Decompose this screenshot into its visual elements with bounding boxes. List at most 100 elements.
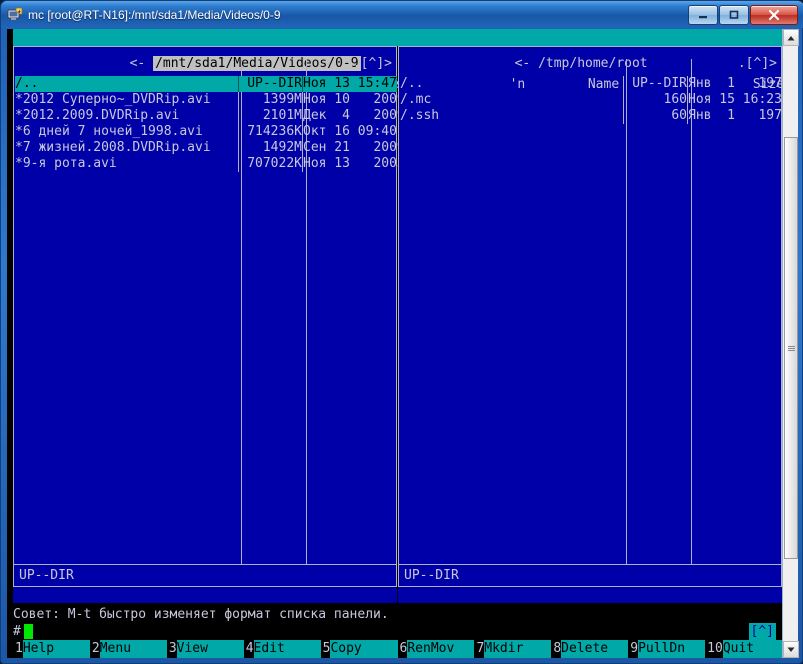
fkey-label[interactable]: Edit bbox=[253, 640, 321, 658]
left-panel-title-right[interactable]: .[^]> bbox=[243, 38, 392, 71]
fkey-3[interactable]: 3 View bbox=[166, 640, 244, 658]
file-size: UP--DIR bbox=[247, 76, 302, 91]
fkey-number: 3 bbox=[166, 640, 177, 658]
fkey-number: 6 bbox=[397, 640, 408, 658]
file-time: Янв 1 1970 bbox=[688, 76, 782, 91]
file-time: Ноя 10 2009 bbox=[303, 92, 405, 107]
fkey-label[interactable]: View bbox=[176, 640, 244, 658]
table-row[interactable]: *2012 Суперно~_DVDRip.avi 1399M Ноя 10 200… bbox=[15, 92, 405, 108]
hint-line: Совет: M-t быстро изменяет формат списка… bbox=[13, 607, 782, 623]
window-title: mc [root@RT-N16]:/mnt/sda1/Media/Videos/… bbox=[28, 7, 281, 22]
file-name: *7 жизней.2008.DVDRip.avi bbox=[15, 140, 211, 155]
file-time: Янв 1 1970 bbox=[688, 108, 782, 123]
file-size: 1492M bbox=[262, 140, 302, 155]
file-name: *2012.2009.DVDRip.avi bbox=[15, 108, 180, 123]
right-panel[interactable]: <- /tmp/home/root .[^]> 'n NameSizeModif… bbox=[398, 46, 782, 603]
fkey-9[interactable]: 9 PullDn bbox=[628, 640, 706, 658]
fkey-number: 2 bbox=[89, 640, 100, 658]
file-time: Сен 21 2009 bbox=[303, 140, 405, 155]
left-panel-frame: <- /mnt/sda1/Media/Videos/0-9 .[^]> 'n N… bbox=[13, 46, 505, 565]
function-key-bar: 1 Help 2 Menu 3 View 4 Edit 5 Copy 6 RenMov bbox=[13, 640, 782, 658]
fkey-8[interactable]: 8 Delete bbox=[551, 640, 629, 658]
file-size: 160 bbox=[663, 92, 687, 107]
text-cursor bbox=[23, 624, 33, 639]
file-name: /.. bbox=[15, 76, 39, 91]
table-row[interactable]: /.. UP--DIR Янв 1 1970 bbox=[400, 76, 782, 92]
table-row[interactable]: *2012.2009.DVDRip.avi 2101M Дек 4 2009 bbox=[15, 108, 405, 124]
midnight-commander: Left File Command Options Right <- /mnt/… bbox=[7, 29, 782, 658]
prompt-symbol: # bbox=[13, 624, 21, 639]
hotcorner-button[interactable]: [^] bbox=[748, 623, 776, 640]
window-titlebar[interactable]: mc [root@RT-N16]:/mnt/sda1/Media/Videos/… bbox=[1, 1, 803, 28]
fkey-label[interactable]: Help bbox=[22, 640, 90, 658]
fkey-number: 7 bbox=[474, 640, 485, 658]
file-name: *9-я рота.avi bbox=[15, 156, 117, 171]
file-size: 707022K bbox=[247, 156, 302, 171]
file-name: /.ssh bbox=[400, 108, 440, 123]
fkey-label[interactable]: RenMov bbox=[407, 640, 475, 658]
scroll-down-icon[interactable] bbox=[783, 641, 799, 658]
window-controls bbox=[687, 4, 798, 25]
maximize-button[interactable] bbox=[719, 4, 749, 25]
scroll-thumb[interactable] bbox=[784, 137, 798, 559]
right-panel-title[interactable]: <- /tmp/home/root bbox=[405, 38, 648, 71]
fkey-6[interactable]: 6 RenMov bbox=[397, 640, 475, 658]
right-panel-title-right[interactable]: .[^]> bbox=[628, 38, 777, 71]
mc-panels: <- /mnt/sda1/Media/Videos/0-9 .[^]> 'n N… bbox=[13, 46, 782, 603]
table-row[interactable]: /.ssh 60 Янв 1 1970 bbox=[400, 108, 782, 124]
application-window: mc [root@RT-N16]:/mnt/sda1/Media/Videos/… bbox=[0, 0, 803, 664]
right-column-headers[interactable]: 'n NameSizeModify time bbox=[400, 59, 782, 92]
file-name: *2012 Суперно~_DVDRip.avi bbox=[15, 92, 211, 107]
putty-terminal-icon bbox=[7, 7, 23, 23]
left-column-headers[interactable]: 'n NameSizeModify time bbox=[15, 59, 505, 92]
minimize-button[interactable] bbox=[688, 4, 718, 25]
file-time: Ноя 13 2005 bbox=[303, 156, 405, 171]
right-panel-mini-status: UP--DIR bbox=[398, 564, 782, 587]
file-time: Дек 4 2009 bbox=[303, 108, 405, 123]
fkey-label[interactable]: Quit bbox=[722, 640, 782, 658]
fkey-5[interactable]: 5 Copy bbox=[320, 640, 398, 658]
file-size: 60 bbox=[671, 108, 687, 123]
file-name: /.mc bbox=[400, 92, 432, 107]
scroll-up-icon[interactable] bbox=[783, 29, 799, 46]
command-input[interactable] bbox=[32, 624, 633, 639]
file-time: Ноя 13 15:47 bbox=[303, 76, 397, 91]
file-time: Окт 16 09:40 bbox=[303, 124, 397, 139]
fkey-number: 8 bbox=[551, 640, 562, 658]
fkey-number: 5 bbox=[320, 640, 331, 658]
close-button[interactable] bbox=[750, 4, 798, 25]
fkey-label[interactable]: PullDn bbox=[638, 640, 706, 658]
left-panel[interactable]: <- /mnt/sda1/Media/Videos/0-9 .[^]> 'n N… bbox=[13, 46, 505, 603]
table-row[interactable]: *7 жизней.2008.DVDRip.avi 1492M Сен 21 200… bbox=[15, 140, 405, 156]
fkey-label[interactable]: Delete bbox=[561, 640, 629, 658]
fkey-1[interactable]: 1 Help bbox=[13, 640, 90, 658]
fkey-label[interactable]: Copy bbox=[330, 640, 398, 658]
fkey-number: 10 bbox=[705, 640, 723, 658]
left-file-list[interactable]: /.. UP--DIR Ноя 13 15:47 *2012 Суперно~_DV… bbox=[15, 76, 405, 556]
file-size: 2101M bbox=[262, 108, 302, 123]
file-size: 1399M bbox=[262, 92, 302, 107]
fkey-label[interactable]: Mkdir bbox=[484, 640, 552, 658]
fkey-number: 1 bbox=[13, 640, 23, 658]
fkey-number: 4 bbox=[243, 640, 254, 658]
command-prompt[interactable]: # bbox=[13, 623, 782, 640]
table-row[interactable]: /.mc 160 Ноя 15 16:23 bbox=[400, 92, 782, 108]
scroll-thumb-grip bbox=[787, 345, 795, 352]
right-panel-frame: <- /tmp/home/root .[^]> 'n NameSizeModif… bbox=[398, 46, 782, 565]
fkey-4[interactable]: 4 Edit bbox=[243, 640, 321, 658]
file-time: Ноя 15 16:23 bbox=[688, 92, 782, 107]
left-panel-mini-status: UP--DIR bbox=[13, 564, 397, 587]
right-file-list[interactable]: /.. UP--DIR Янв 1 1970 /.mc 160 Ноя 15 16:23… bbox=[400, 76, 782, 556]
fkey-label[interactable]: Menu bbox=[99, 640, 167, 658]
table-row[interactable]: /.. UP--DIR Ноя 13 15:47 bbox=[15, 76, 397, 92]
fkey-10[interactable]: 10 Quit bbox=[705, 640, 782, 658]
file-name: *6 дней 7 ночей_1998.avi bbox=[15, 124, 203, 139]
fkey-7[interactable]: 7 Mkdir bbox=[474, 640, 552, 658]
file-size: UP--DIR bbox=[632, 76, 687, 91]
window-scrollbar[interactable] bbox=[782, 29, 799, 658]
file-name: /.. bbox=[400, 76, 424, 91]
terminal-console[interactable]: Left File Command Options Right <- /mnt/… bbox=[7, 29, 782, 658]
fkey-2[interactable]: 2 Menu bbox=[89, 640, 167, 658]
table-row[interactable]: *6 дней 7 ночей_1998.avi 714236K Окт 16 09… bbox=[15, 124, 397, 140]
table-row[interactable]: *9-я рота.avi 707022K Ноя 13 2005 bbox=[15, 156, 405, 172]
